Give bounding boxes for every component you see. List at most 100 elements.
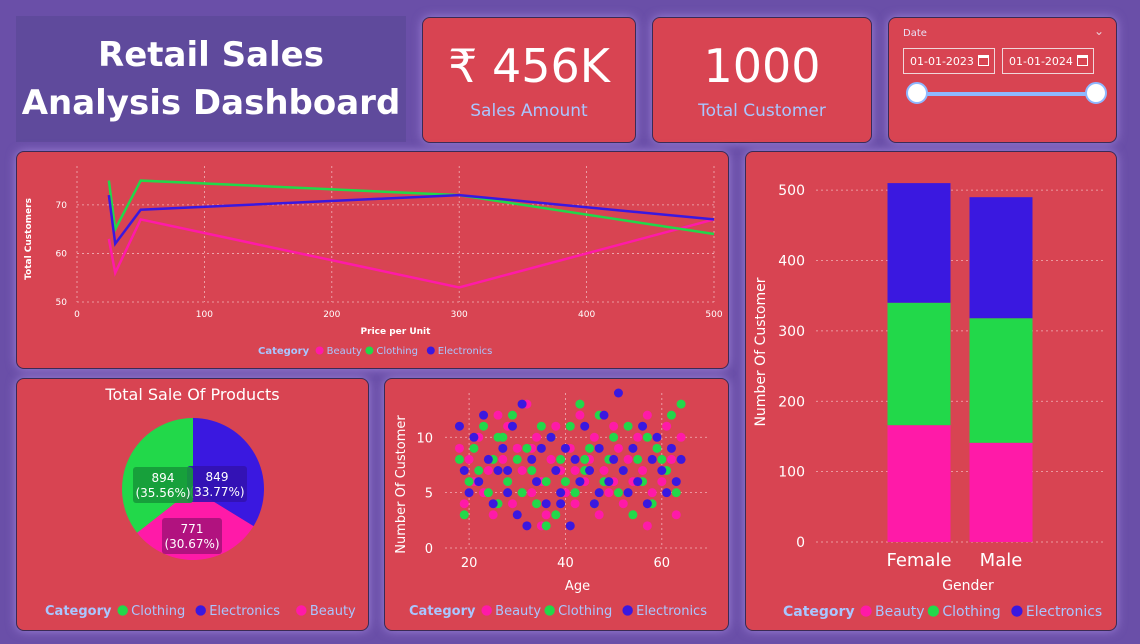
scatter-point-electronics — [676, 454, 686, 464]
x-tick-label: Female — [886, 550, 951, 571]
calendar-icon[interactable] — [978, 55, 989, 66]
scatter-point-clothing — [459, 510, 469, 520]
scatter-point-electronics — [666, 443, 676, 453]
scatter-point-electronics — [657, 466, 667, 475]
scatter-point-electronics — [498, 443, 508, 453]
scatter-point-beauty — [618, 499, 628, 509]
legend-marker-clothing — [544, 605, 555, 616]
scatter-point-beauty — [642, 410, 652, 420]
y-axis-label: Number Of Customer — [753, 277, 769, 426]
pie-chart: 849(33.77%) 771(30.67%) 894(35.56%) Categor… — [45, 418, 356, 619]
scatter-point-beauty — [570, 499, 580, 509]
x-tick-label: 20 — [461, 556, 478, 571]
scatter-point-electronics — [585, 466, 595, 475]
y-tick-label: 200 — [778, 394, 805, 410]
scatter-point-clothing — [652, 443, 662, 453]
legend-marker-beauty — [481, 605, 492, 616]
start-date-value: 01-01-2023 — [910, 54, 974, 68]
start-date-input[interactable]: 01-01-2023 — [903, 48, 995, 74]
legend-marker-beauty — [860, 605, 872, 617]
scatter-point-beauty — [594, 510, 604, 520]
scatter-point-electronics — [556, 488, 566, 498]
legend-marker-clothing — [117, 605, 128, 616]
scatter-point-beauty — [657, 477, 667, 487]
y-axis-label: Total Customers — [24, 198, 34, 280]
dashboard-title-box: Retail Sales Analysis Dashboard — [16, 16, 406, 142]
scatter-point-clothing — [512, 454, 522, 464]
legend-label-beauty: Beauty — [310, 604, 356, 619]
sales-amount-label: Sales Amount — [470, 101, 588, 121]
x-axis-label: Gender — [942, 578, 994, 594]
legend-label-beauty: Beauty — [495, 604, 541, 619]
date-slicer[interactable]: Date ⌄ 01-01-2023 01-01-2024 — [888, 17, 1117, 143]
dashboard-title-line2: Analysis Dashboard — [21, 83, 401, 123]
bar-segment-clothing — [969, 318, 1033, 443]
sales-amount-card[interactable]: ₹ 456K Sales Amount — [422, 17, 636, 143]
scatter-point-beauty — [638, 466, 648, 475]
date-range-track[interactable] — [917, 92, 1094, 96]
scatter-point-electronics — [618, 466, 628, 475]
end-date-input[interactable]: 01-01-2024 — [1002, 48, 1094, 74]
x-axis-label: Age — [565, 579, 590, 594]
scatter-point-beauty — [527, 488, 537, 498]
scatter-point-beauty — [575, 410, 585, 420]
y-tick-label: 60 — [56, 249, 68, 259]
scatter-point-beauty — [609, 421, 619, 431]
scatter-point-clothing — [585, 443, 595, 453]
scatter-point-beauty — [512, 443, 522, 453]
scatter-point-clothing — [657, 454, 667, 464]
y-tick-label: 70 — [56, 201, 68, 211]
scatter-point-electronics — [633, 477, 643, 487]
scatter-point-electronics — [662, 488, 672, 498]
scatter-point-clothing — [469, 443, 479, 453]
scatter-point-electronics — [560, 443, 570, 453]
x-axis-label: Price per Unit — [361, 327, 432, 337]
scatter-point-electronics — [532, 477, 542, 487]
chevron-down-icon[interactable]: ⌄ — [1094, 24, 1104, 38]
y-tick-label: 300 — [778, 324, 805, 340]
scatter-point-electronics — [479, 410, 489, 420]
pie-data-label-pct: (33.77%) — [189, 485, 244, 499]
pie-data-label-pct: (30.67%) — [164, 537, 219, 551]
scatter-point-clothing — [532, 499, 542, 509]
legend-label-clothing: Clothing — [131, 604, 185, 619]
scatter-point-beauty — [532, 432, 542, 442]
scatter-point-clothing — [613, 488, 623, 498]
calendar-icon[interactable] — [1077, 55, 1088, 66]
scatter-point-clothing — [507, 410, 517, 420]
bar-segment-clothing — [887, 302, 951, 426]
scatter-point-clothing — [474, 466, 484, 475]
scatter-point-clothing — [623, 421, 633, 431]
scatter-point-clothing — [671, 488, 681, 498]
scatter-point-clothing — [517, 488, 527, 498]
y-tick-label: 10 — [416, 431, 433, 446]
scatter-point-beauty — [647, 488, 657, 498]
scatter-point-electronics — [464, 488, 474, 498]
legend-label-electronics: Electronics — [209, 604, 280, 619]
scatter-point-electronics — [536, 443, 546, 453]
date-range-start-handle[interactable] — [906, 82, 928, 104]
scatter-point-clothing — [580, 454, 590, 464]
scatter-point-clothing — [633, 454, 643, 464]
scatter-point-clothing — [493, 432, 503, 442]
date-range-end-handle[interactable] — [1085, 82, 1107, 104]
legend-title: Category — [45, 604, 112, 619]
pie-data-label-value: 771 — [181, 522, 204, 536]
total-customer-card[interactable]: 1000 Total Customer — [652, 17, 872, 143]
bar-segment-beauty — [969, 442, 1033, 542]
scatter-point-electronics — [503, 466, 513, 475]
y-tick-label: 400 — [778, 254, 805, 270]
scatter-point-electronics — [459, 466, 469, 475]
x-tick-label: 300 — [451, 310, 468, 320]
scatter-point-clothing — [560, 477, 570, 487]
stacked-bar-chart: 0 100 200 300 400 500 Female Male Gender Number O… — [753, 183, 1104, 620]
scatter-point-beauty — [459, 499, 469, 509]
scatter-point-clothing — [479, 421, 489, 431]
x-tick-label: 60 — [654, 556, 671, 571]
y-axis-label: Number Of Customer — [394, 415, 409, 554]
y-tick-label: 0 — [796, 535, 805, 551]
y-tick-label: 100 — [778, 465, 805, 481]
y-tick-label: 0 — [425, 542, 433, 557]
scatter-point-electronics — [671, 477, 681, 487]
scatter-point-electronics — [594, 443, 604, 453]
